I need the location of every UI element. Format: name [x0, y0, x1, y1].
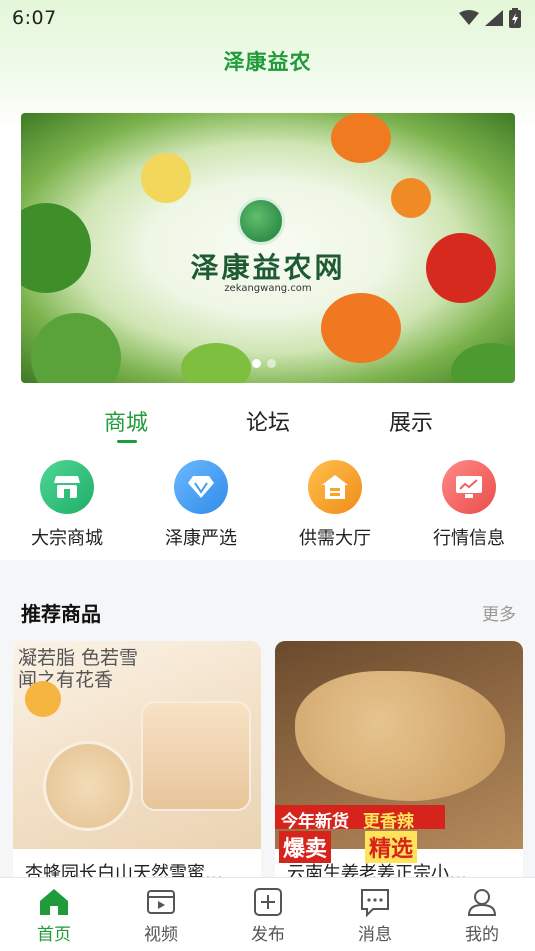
category-label: 行情信息 — [433, 528, 505, 549]
category-row: 大宗商城 泽康严选 供需大厅 行情信息 — [0, 460, 535, 555]
message-icon — [361, 889, 389, 918]
tab-bar-top: 商城 论坛 展示 — [0, 405, 535, 449]
tab-video[interactable]: 视频 — [126, 886, 196, 945]
section-title: 推荐商品 — [21, 602, 101, 626]
tab-publish[interactable]: 发布 — [233, 886, 303, 945]
status-bar: 6:07 — [0, 0, 535, 36]
more-link[interactable]: 更多 — [482, 600, 516, 625]
status-icons — [459, 8, 521, 28]
category-label: 大宗商城 — [31, 528, 103, 549]
honey-jar — [141, 701, 251, 811]
hall-icon — [308, 460, 362, 514]
bottom-tab-bar: 首页 视频 发布 消息 我的 — [0, 877, 535, 951]
orange-slice — [25, 681, 61, 717]
product-card[interactable]: 凝若脂 色若雪 闻之有花香 杏蜂园长白山天然雪蜜… — [13, 641, 261, 891]
banner-title: 泽康益农网 — [190, 251, 346, 284]
veg-decoration — [181, 343, 251, 383]
veg-decoration — [31, 313, 121, 383]
tab-messages[interactable]: 消息 — [340, 886, 410, 945]
recommend-section: 推荐商品 更多 凝若脂 色若雪 闻之有花香 杏蜂园长白山天然雪蜜… 今年新货 更… — [0, 582, 535, 891]
wifi-icon — [459, 10, 479, 25]
home-icon — [40, 889, 68, 915]
category-label: 供需大厅 — [299, 528, 371, 549]
tab-forum[interactable]: 论坛 — [218, 405, 318, 437]
veg-decoration — [391, 178, 431, 218]
status-time: 6:07 — [12, 7, 57, 29]
veg-decoration — [321, 293, 401, 363]
product-image: 今年新货 更香辣 爆卖 精选 — [275, 641, 523, 863]
honey-bowl — [43, 741, 133, 831]
signal-icon — [485, 10, 503, 26]
chart-icon — [442, 460, 496, 514]
tab-mall[interactable]: 商城 — [76, 405, 176, 437]
tab-label: 首页 — [37, 925, 71, 945]
publish-icon — [254, 888, 282, 916]
tab-label: 发布 — [251, 925, 285, 945]
profile-icon — [467, 889, 497, 916]
tab-showcase[interactable]: 展示 — [361, 405, 461, 437]
tab-label: 我的 — [465, 925, 499, 945]
app-title: 泽康益农 — [223, 50, 312, 74]
battery-icon — [509, 8, 521, 28]
store-icon — [40, 460, 94, 514]
veg-decoration — [141, 153, 191, 203]
tab-home[interactable]: 首页 — [19, 886, 89, 945]
tab-active-indicator — [117, 440, 137, 443]
veg-decoration — [331, 113, 391, 163]
category-market-info[interactable]: 行情信息 — [414, 460, 524, 550]
banner-carousel[interactable]: 泽康益农网 zekangwang.com — [21, 113, 515, 383]
diamond-icon — [174, 460, 228, 514]
product-image-caption: 更香辣 — [363, 812, 414, 832]
video-icon — [147, 890, 175, 914]
category-zekang-select[interactable]: 泽康严选 — [146, 460, 256, 550]
banner-dot[interactable] — [267, 359, 276, 368]
product-card[interactable]: 今年新货 更香辣 爆卖 精选 云南生姜老姜正宗小… — [275, 641, 523, 891]
product-image: 凝若脂 色若雪 闻之有花香 — [13, 641, 261, 849]
category-supply-demand[interactable]: 供需大厅 — [280, 460, 390, 550]
tab-label: 消息 — [358, 925, 392, 945]
ginger-root — [295, 671, 505, 801]
brand-logo-icon — [237, 197, 285, 245]
banner-dot-active[interactable] — [252, 359, 261, 368]
tab-profile[interactable]: 我的 — [447, 886, 517, 945]
tab-label: 视频 — [144, 925, 178, 945]
category-label: 泽康严选 — [165, 528, 237, 549]
category-bulk-mall[interactable]: 大宗商城 — [12, 460, 122, 550]
veg-decoration — [451, 343, 515, 383]
product-image-caption: 今年新货 — [281, 812, 349, 832]
banner-subtitle: zekangwang.com — [224, 283, 312, 294]
